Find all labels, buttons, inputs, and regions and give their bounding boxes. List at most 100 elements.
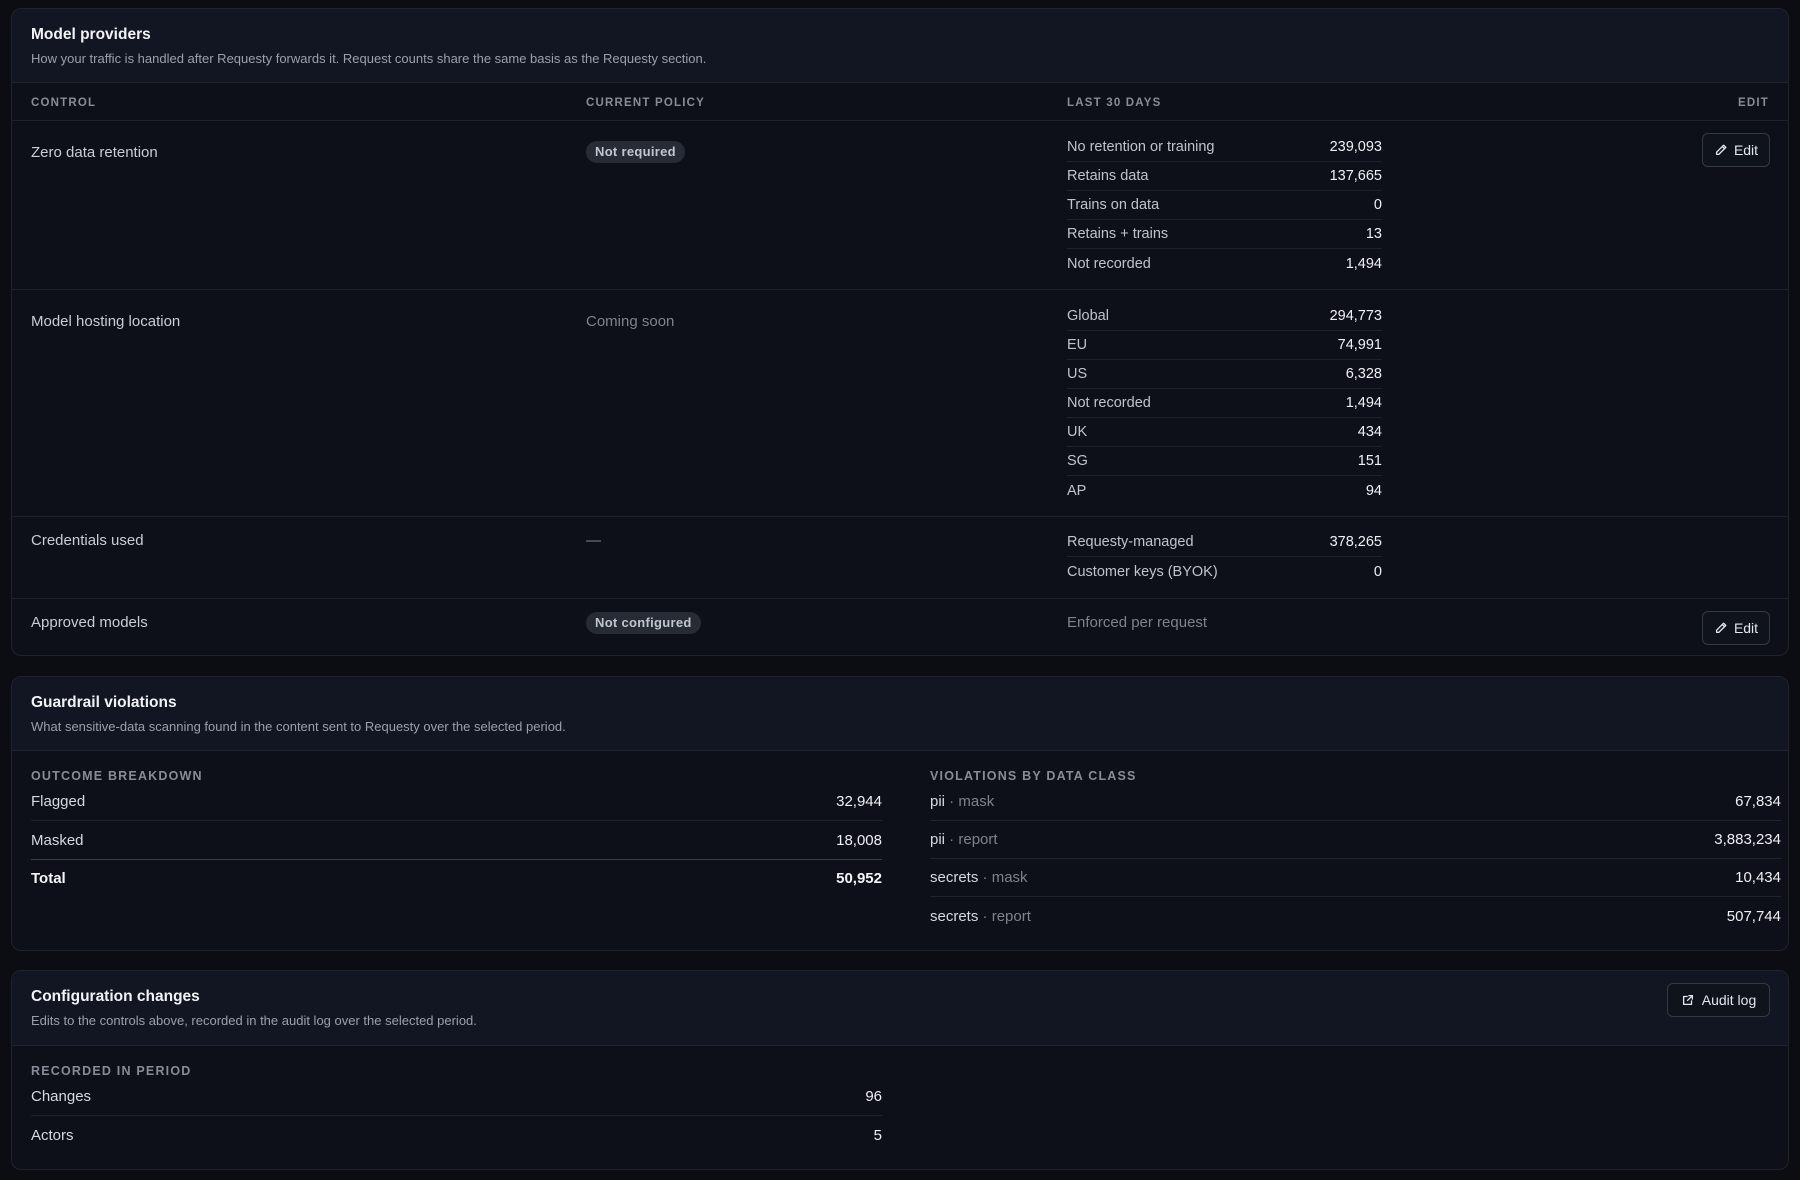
class-value: 3,883,234 <box>1714 831 1781 848</box>
stat-name: AP <box>1067 482 1087 499</box>
violation-class-row: pii · mask 67,834 <box>930 783 1781 821</box>
class-label: secrets · report <box>930 908 1031 925</box>
guardrail-header: Guardrail violations What sensitive-data… <box>12 677 1788 751</box>
column-header-row: CONTROL CURRENT POLICY LAST 30 DAYS EDIT <box>12 83 1788 121</box>
stat-name: Global <box>1067 308 1109 324</box>
stat-item: Retains data 137,665 <box>1067 162 1382 191</box>
audit-log-button[interactable]: Audit log <box>1667 983 1770 1017</box>
stat-value: 94 <box>1365 482 1382 499</box>
stat-name: Retains + trains <box>1067 226 1169 242</box>
column-header-policy: CURRENT POLICY <box>586 97 706 109</box>
class-separator: · <box>978 907 992 925</box>
policy-text: — <box>586 532 601 549</box>
stat-item: Requesty-managed 378,265 <box>1067 528 1382 557</box>
row-zero-data-retention: Zero data retention Not required No rete… <box>12 121 1788 290</box>
column-header-edit: EDIT <box>1738 97 1769 109</box>
stat-item: Retains + trains 13 <box>1067 220 1382 249</box>
class-separator: · <box>978 869 992 886</box>
violations-class-list: pii · mask 67,834 pii · report 3,883,234 s… <box>930 783 1781 935</box>
stat-item: Not recorded 1,494 <box>1067 249 1382 278</box>
change-metric-value: 5 <box>873 1126 882 1144</box>
guardrail-title: Guardrail violations <box>31 694 177 711</box>
class-value: 67,834 <box>1735 793 1781 810</box>
class-label: secrets · mask <box>930 869 1028 886</box>
violation-class-row: secrets · mask 10,434 <box>930 859 1781 897</box>
outcome-total-row: Total 50,952 <box>31 859 882 897</box>
class-separator: · <box>945 793 959 810</box>
class-value: 507,744 <box>1726 907 1781 925</box>
config-change-row: Changes 96 <box>31 1078 882 1116</box>
stat-name: UK <box>1067 424 1088 440</box>
violation-class-row: pii · report 3,883,234 <box>930 821 1781 859</box>
class-action: report <box>991 907 1031 925</box>
control-label: Approved models <box>31 614 148 631</box>
model-providers-panel: Model providers How your traffic is hand… <box>11 8 1789 656</box>
stat-item: UK 434 <box>1067 418 1382 447</box>
row-approved-models: Approved models Not configured Enforced … <box>12 599 1788 655</box>
policy-badge: Not configured <box>586 612 701 634</box>
stat-value: 0 <box>1373 563 1382 580</box>
model-providers-header: Model providers How your traffic is hand… <box>12 9 1788 83</box>
class-name: pii <box>930 831 946 848</box>
control-label: Model hosting location <box>31 313 181 330</box>
change-metric-name: Actors <box>31 1126 74 1144</box>
outcome-value: 50,952 <box>836 870 882 887</box>
external-link-icon <box>1682 994 1693 1006</box>
stat-name: Trains on data <box>1067 197 1160 213</box>
class-name: pii <box>930 793 946 810</box>
violation-class-row: secrets · report 507,744 <box>930 897 1781 935</box>
stat-value: 151 <box>1357 453 1382 469</box>
edit-label: Edit <box>1733 142 1759 158</box>
violations-by-class-label: VIOLATIONS BY DATA CLASS <box>930 769 1137 783</box>
change-metric-name: Changes <box>31 1088 92 1105</box>
stat-name: SG <box>1067 453 1088 469</box>
outcome-name: Total <box>31 870 66 887</box>
model-providers-subtitle: How your traffic is handled after Reques… <box>31 51 707 66</box>
row-credentials-used: Credentials used — Requesty-managed 378,2… <box>12 517 1788 599</box>
outcome-value: 32,944 <box>836 793 882 810</box>
outcome-name: Flagged <box>31 793 86 810</box>
stat-item: Trains on data 0 <box>1067 191 1382 220</box>
edit-approved-models-button[interactable]: Edit <box>1702 611 1770 645</box>
credentials-stats: Requesty-managed 378,265 Customer keys (B… <box>1067 528 1382 586</box>
stat-value: 434 <box>1357 424 1382 440</box>
outcome-value: 18,008 <box>836 831 882 849</box>
stat-name: Retains data <box>1067 168 1149 184</box>
policy-badge: Not required <box>586 141 685 163</box>
audit-log-label: Audit log <box>1701 992 1757 1008</box>
recorded-in-period-label: RECORDED IN PERIOD <box>31 1064 192 1078</box>
stat-value: 6,328 <box>1345 366 1382 382</box>
stat-item: Global 294,773 <box>1067 302 1382 331</box>
config-changes-list: Changes 96 Actors 5 <box>31 1078 882 1154</box>
config-changes-header: Configuration changes Edits to the contr… <box>12 971 1788 1046</box>
stat-value: 137,665 <box>1329 168 1382 184</box>
stat-name: EU <box>1067 337 1088 353</box>
stat-value: 239,093 <box>1329 139 1382 155</box>
stat-value: 1,494 <box>1345 395 1382 411</box>
outcome-breakdown-label: OUTCOME BREAKDOWN <box>31 769 203 783</box>
edit-retention-button[interactable]: Edit <box>1702 133 1770 167</box>
policy-text: Coming soon <box>586 313 675 330</box>
retention-stats: No retention or training 239,093 Retains … <box>1067 133 1382 278</box>
stat-name: US <box>1067 366 1088 382</box>
edit-label: Edit <box>1733 620 1759 636</box>
enforcement-note: Enforced per request <box>1067 614 1208 631</box>
stat-name: Customer keys (BYOK) <box>1067 563 1218 580</box>
pencil-icon <box>1715 622 1727 634</box>
guardrail-subtitle: What sensitive-data scanning found in th… <box>31 719 566 734</box>
stat-name: No retention or training <box>1067 139 1215 155</box>
stat-value: 294,773 <box>1329 308 1382 324</box>
stat-item: Not recorded 1,494 <box>1067 389 1382 418</box>
stat-name: Not recorded <box>1067 255 1151 272</box>
class-name: secrets <box>930 907 979 925</box>
stat-item: Customer keys (BYOK) 0 <box>1067 557 1382 586</box>
stat-item: SG 151 <box>1067 447 1382 476</box>
outcome-row: Flagged 32,944 <box>31 783 882 821</box>
column-header-control: CONTROL <box>31 97 97 109</box>
config-changes-subtitle: Edits to the controls above, recorded in… <box>31 1013 477 1028</box>
outcome-row: Masked 18,008 <box>31 821 882 859</box>
class-action: report <box>958 831 998 848</box>
pencil-icon <box>1715 144 1727 156</box>
class-name: secrets <box>930 869 979 886</box>
outcome-name: Masked <box>31 831 84 849</box>
